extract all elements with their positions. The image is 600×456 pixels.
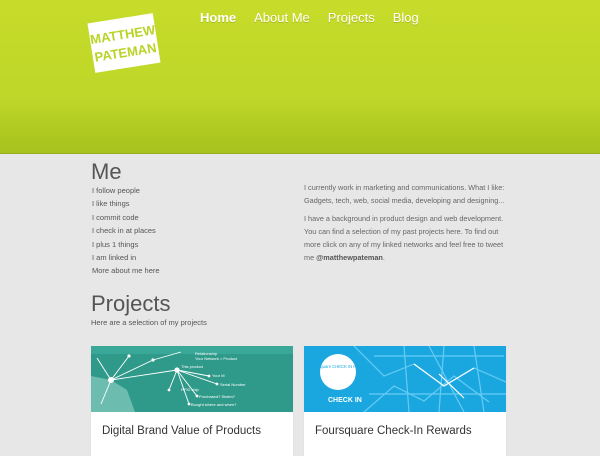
- me-link-plus1[interactable]: I plus 1 things: [92, 238, 160, 251]
- diagram-label: Serial Number: [220, 382, 246, 387]
- diagram-label: Your M: [212, 373, 225, 378]
- me-link-follow[interactable]: I follow people: [92, 184, 160, 197]
- me-link-checkin[interactable]: I check in at places: [92, 224, 160, 237]
- main-nav: Home About Me Projects Blog: [200, 10, 437, 26]
- nav-blog[interactable]: Blog: [393, 10, 419, 26]
- me-link-linkedin[interactable]: I am linked in: [92, 251, 160, 264]
- project-thumbnail-digital-brand: Relationship Your Network > Product This…: [91, 346, 293, 412]
- twitter-handle-link[interactable]: @matthewpateman: [316, 253, 383, 262]
- project-thumbnail-foursquare: foursquare CHECK IN HERE CHECK IN: [304, 346, 506, 412]
- diagram-label: This product: [181, 364, 204, 369]
- nav-about-me[interactable]: About Me: [254, 10, 310, 26]
- projects-subtitle: Here are a selection of my projects: [91, 318, 207, 327]
- diagram-label: Your Network > Product: [195, 356, 238, 361]
- me-links: I follow people I like things I commit c…: [92, 184, 160, 278]
- project-card-digital-brand[interactable]: Relationship Your Network > Product This…: [91, 346, 293, 456]
- about-paragraph-2: I have a background in product design an…: [304, 212, 510, 265]
- project-title-digital-brand[interactable]: Digital Brand Value of Products: [102, 425, 261, 437]
- diagram-label: Purchased? Stolen?: [199, 394, 236, 399]
- projects-heading: Projects: [91, 291, 171, 316]
- about-paragraph-1: I currently work in marketing and commun…: [304, 183, 505, 206]
- me-heading: Me: [91, 159, 122, 184]
- site-logo[interactable]: MATTHEW PATEMAN: [85, 9, 163, 77]
- nav-projects[interactable]: Projects: [328, 10, 375, 26]
- me-link-more[interactable]: More about me here: [92, 264, 160, 277]
- checkin-label: CHECK IN: [328, 397, 362, 404]
- diagram-label: Bought where and when?: [191, 402, 237, 407]
- nav-home[interactable]: Home: [200, 10, 236, 26]
- project-card-foursquare[interactable]: foursquare CHECK IN HERE CHECK IN Foursq…: [304, 346, 506, 456]
- me-link-commit[interactable]: I commit code: [92, 211, 160, 224]
- me-link-like[interactable]: I like things: [92, 197, 160, 210]
- diagram-label: RFID chip: [181, 387, 200, 392]
- site-header: MATTHEW PATEMAN Home About Me Projects B…: [0, 0, 600, 154]
- foursquare-badge-text: foursquare CHECK IN HERE: [311, 364, 365, 369]
- about-text: I currently work in marketing and commun…: [304, 181, 510, 269]
- project-title-foursquare[interactable]: Foursquare Check-In Rewards: [315, 425, 472, 437]
- about-paragraph-2-end: .: [382, 253, 385, 263]
